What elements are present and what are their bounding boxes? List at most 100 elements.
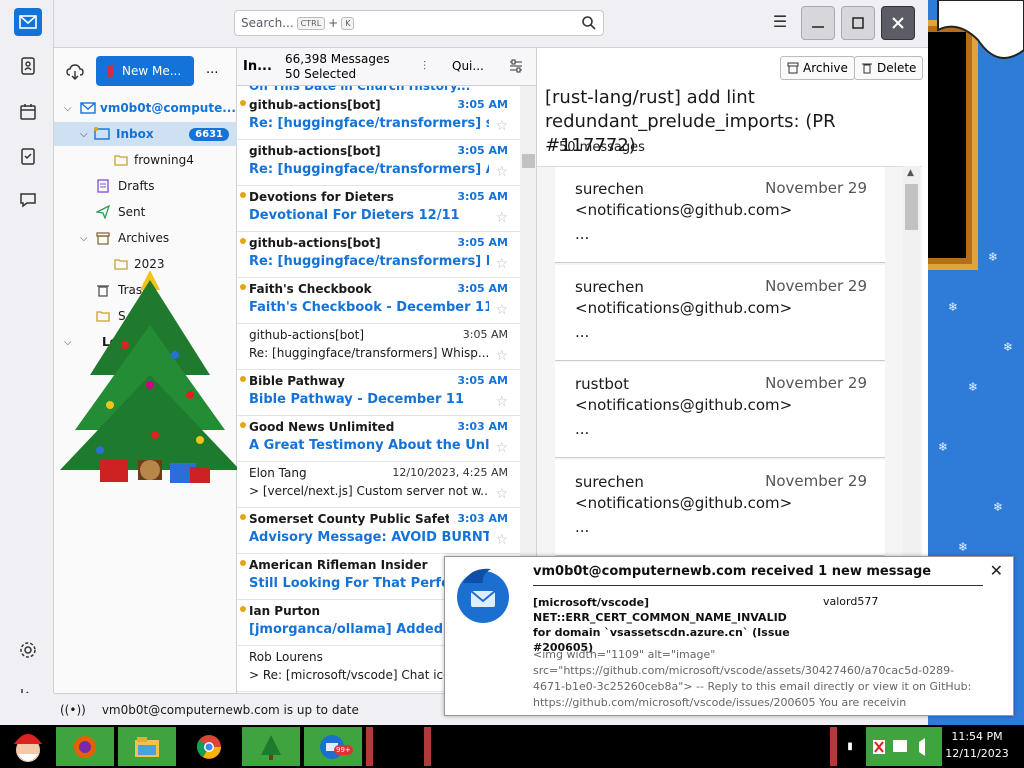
notification-title: vm0b0t@computernewb.com received 1 new m… [533,564,932,579]
thread-row[interactable]: Elon Tang 12/10/2023, 4:25 AM > [vercel/ne… [237,462,520,508]
star-icon[interactable]: ☆ [495,532,508,548]
star-icon[interactable]: ☆ [495,486,508,502]
unread-dot-icon [240,606,246,612]
notification-body: <img width="1109" alt="image" src="https… [533,648,972,709]
taskbar-thunderbird[interactable]: 99+ [304,727,362,766]
settings-gear-icon[interactable] [14,636,42,664]
selected-count: 50 Selected [285,67,357,81]
thread-row[interactable]: Devotions for Dieters 3:05 AM Devotional F… [237,186,520,232]
close-window-button[interactable] [881,6,915,40]
thread-row[interactable]: github-actions[bot] 3:05 AM Re: [huggingfa… [237,232,520,278]
folder-label: frowning4 [134,153,194,167]
search-input[interactable]: Search... CTRL + K [234,10,604,36]
star-icon[interactable]: ☆ [495,210,508,226]
star-icon[interactable]: ☆ [495,348,508,364]
thread-sender: Faith's Checkbook [249,282,372,296]
message-date: November 29 [765,277,867,295]
star-icon[interactable]: ☆ [495,302,508,318]
taskbar-separator [424,727,431,766]
trash-icon [862,63,872,74]
archive-icon [96,232,110,245]
taskbar-chrome[interactable] [180,727,238,766]
taskbar-christmas-tree[interactable] [242,727,300,766]
folder-label: Inbox [116,127,154,141]
get-messages-icon[interactable] [66,63,84,81]
folder-pane-more-button[interactable]: ... [206,62,218,77]
scrollbar-thumb[interactable] [905,184,918,230]
chat-icon[interactable] [14,186,42,214]
delete-button[interactable]: Delete [854,56,924,80]
taskbar-clock[interactable]: 11:54 PM 12/11/2023 [944,728,1010,762]
unread-dot-icon [240,192,246,198]
archive-button[interactable]: Archive [780,56,855,80]
sender-email: <notifications@github.com> [575,299,793,317]
firefox-icon [74,735,96,758]
thread-subject: Re: [huggingface/transformers] Hea... [249,254,489,269]
message-card[interactable]: surechen <notifications@github.com> Novem… [555,460,885,556]
thread-row[interactable]: Bible Pathway 3:05 AM Bible Pathway - Dece… [237,370,520,416]
unread-dot-icon [240,100,246,106]
close-icon[interactable]: ✕ [990,561,1003,580]
thread-time: 3:05 AM [462,328,508,341]
message-snippet: ... [575,518,590,536]
status-bar-left [0,693,54,725]
thread-row[interactable]: Faith's Checkbook 3:05 AM Faith's Checkboo… [237,278,520,324]
delete-label: Delete [877,61,917,75]
message-card[interactable]: rustbot <notifications@github.com> Novemb… [555,362,885,458]
unread-dot-icon [240,560,246,566]
tray-icons [873,737,925,756]
santa-start-icon [14,733,42,762]
partial-row-subject: On This Date in Church History... [249,86,471,93]
thread-row[interactable]: github-actions[bot] 3:05 AM Re: [huggingfa… [237,140,520,186]
folder-drafts[interactable]: Drafts [54,174,237,198]
calendar-icon[interactable] [14,98,42,126]
mail-space-icon[interactable] [14,8,42,36]
message-card[interactable]: surechen <notifications@github.com> Novem… [555,265,885,361]
thread-row[interactable]: Good News Unlimited 3:03 AM A Great Testim… [237,416,520,462]
quick-filter-button[interactable]: Qui... [452,59,484,73]
shortcut-plus: + [328,16,339,30]
app-menu-icon[interactable]: ☰ [770,12,790,32]
show-hidden-icons-icon[interactable]: ▮ [840,727,860,766]
thread-row[interactable]: github-actions[bot] 3:05 AM Re: [huggingfa… [237,94,520,140]
star-icon[interactable]: ☆ [495,394,508,410]
thread-sender: Good News Unlimited [249,420,395,434]
thread-row[interactable]: github-actions[bot] 3:05 AM Re: [huggingfa… [237,324,520,370]
display-options-icon[interactable] [509,59,523,73]
taskbar-firefox[interactable] [56,727,114,766]
quick-filter-icon[interactable]: ⫶ [423,59,426,74]
taskbar-separator [830,727,837,766]
new-message-button[interactable]: New Me... [96,56,194,86]
account-row[interactable]: ⌵ vm0b0t@compute... [54,96,237,120]
thread-row[interactable]: Somerset County Public Safety 3:03 AM Advi… [237,508,520,554]
thread-sender: github-actions[bot] [249,236,381,250]
maximize-button[interactable] [841,6,875,40]
notification-subject: [microsoft/vscode] NET::ERR_CERT_COMMON_… [533,596,790,654]
start-button[interactable] [2,727,54,766]
online-status-icon[interactable]: ((•)) [60,703,86,717]
new-mail-notification[interactable]: vm0b0t@computernewb.com received 1 new m… [444,556,1014,716]
minimize-button[interactable] [801,6,835,40]
star-icon[interactable]: ☆ [495,440,508,456]
folder-sent[interactable]: Sent [54,200,237,224]
thread-message-count: 50 messages [559,140,645,155]
folder-frowning4[interactable]: frowning4 [54,148,237,172]
scroll-up-icon[interactable]: ▲ [907,168,914,178]
address-book-icon[interactable] [14,52,42,80]
folder-icon [114,155,128,166]
notification-author: valord577 [823,595,879,608]
star-icon[interactable]: ☆ [495,118,508,134]
folder-archives[interactable]: ⌵ Archives [54,226,237,250]
search-icon [582,16,596,30]
message-card[interactable]: surechen <notifications@github.com> Novem… [555,167,885,263]
star-icon[interactable]: ☆ [495,256,508,272]
folder-inbox[interactable]: ⌵ Inbox 6631 [54,122,237,146]
system-tray[interactable] [866,727,942,766]
taskbar-file-explorer[interactable] [118,727,176,766]
message-scrollbar[interactable]: ▲ [903,166,920,566]
tasks-icon[interactable] [14,142,42,170]
clock-time: 11:54 PM [951,730,1003,743]
folder-name-label: In... [243,59,272,74]
star-icon[interactable]: ☆ [495,164,508,180]
message-date: November 29 [765,472,867,490]
